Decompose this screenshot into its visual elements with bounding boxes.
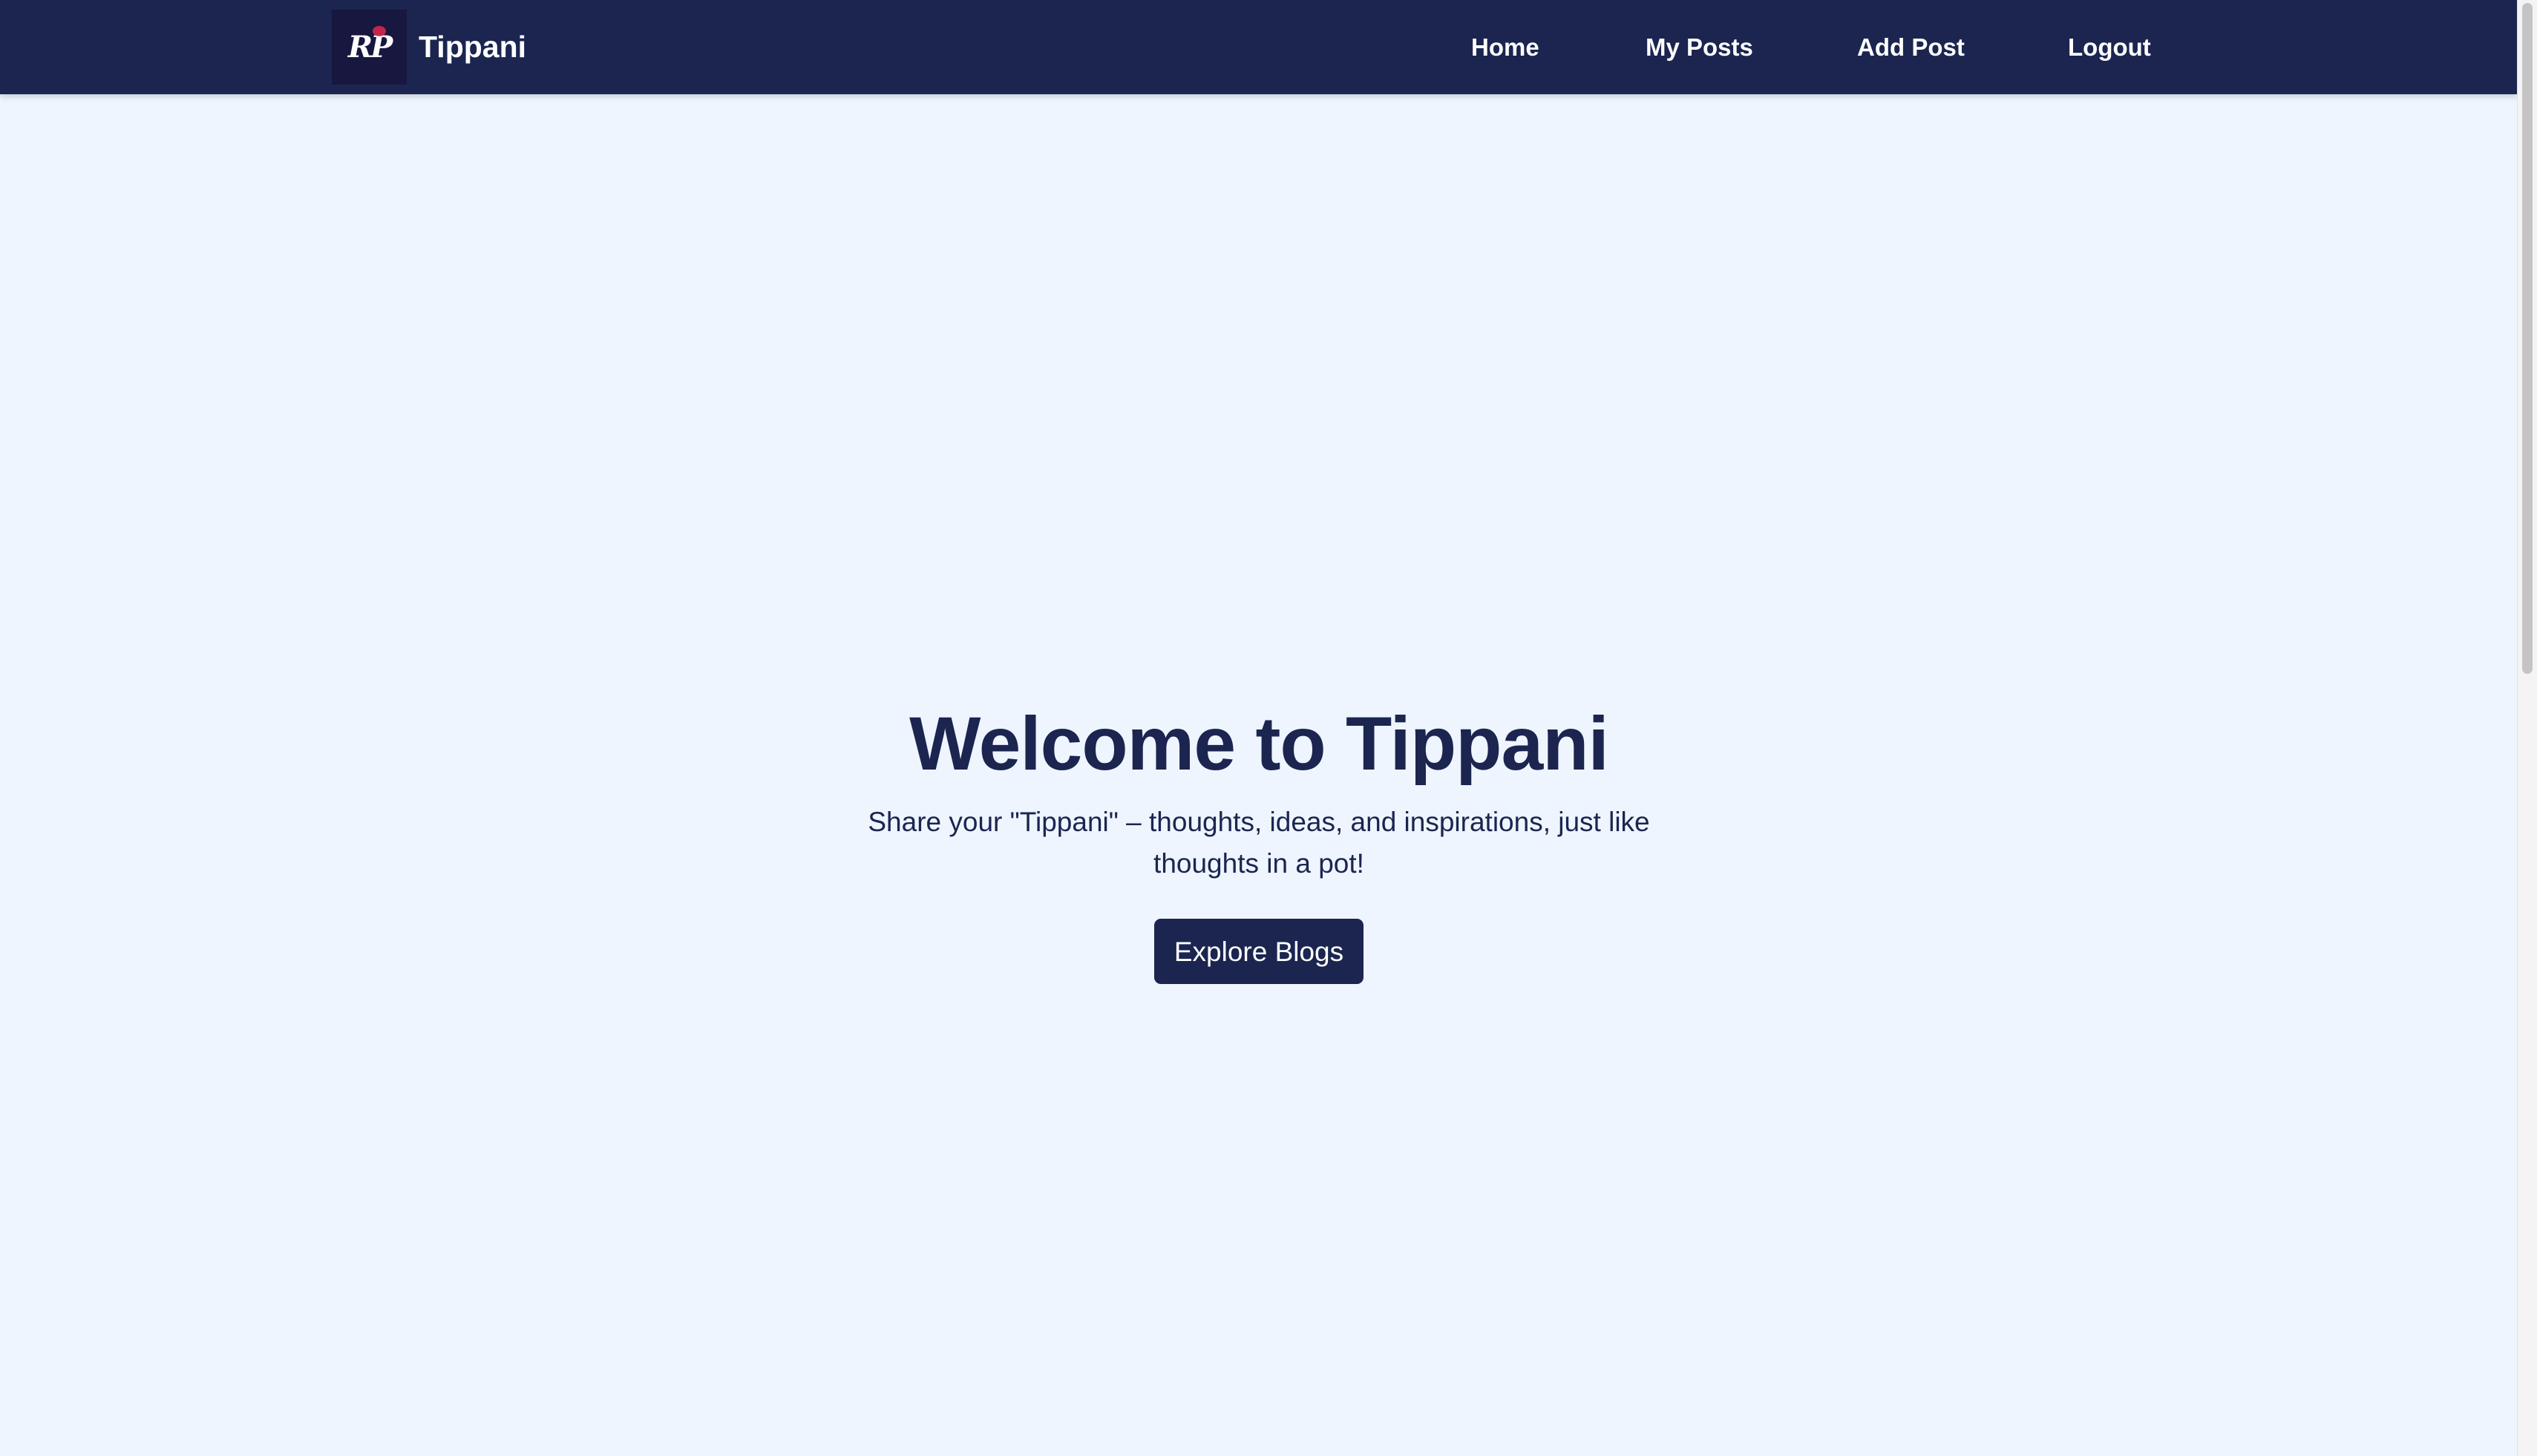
hero-title: Welcome to Tippani xyxy=(909,701,1609,786)
vertical-scrollbar[interactable] xyxy=(2517,0,2537,1456)
navbar: RP Tippani Home My Posts Add Post Logout xyxy=(0,0,2518,94)
nav-add-post-link[interactable]: Add Post xyxy=(1857,0,1965,94)
brand-name: Tippani xyxy=(419,30,527,64)
nav-home-link[interactable]: Home xyxy=(1471,0,1539,94)
hero-subtitle: Share your "Tippani" – thoughts, ideas, … xyxy=(868,807,1650,879)
explore-blogs-button[interactable]: Explore Blogs xyxy=(1154,919,1364,984)
nav-logout-link[interactable]: Logout xyxy=(2068,0,2151,94)
hero-section: Welcome to Tippani Share your "Tippani" … xyxy=(0,698,2518,984)
nav-my-posts-link[interactable]: My Posts xyxy=(1646,0,1753,94)
brand-link[interactable]: RP Tippani xyxy=(332,10,526,85)
page: RP Tippani Home My Posts Add Post Logout… xyxy=(0,0,2518,1456)
logo-text: RP xyxy=(347,30,393,65)
rp-logo-icon: RP xyxy=(332,10,407,85)
scrollbar-thumb[interactable] xyxy=(2522,3,2533,674)
logo-splash xyxy=(373,26,386,36)
